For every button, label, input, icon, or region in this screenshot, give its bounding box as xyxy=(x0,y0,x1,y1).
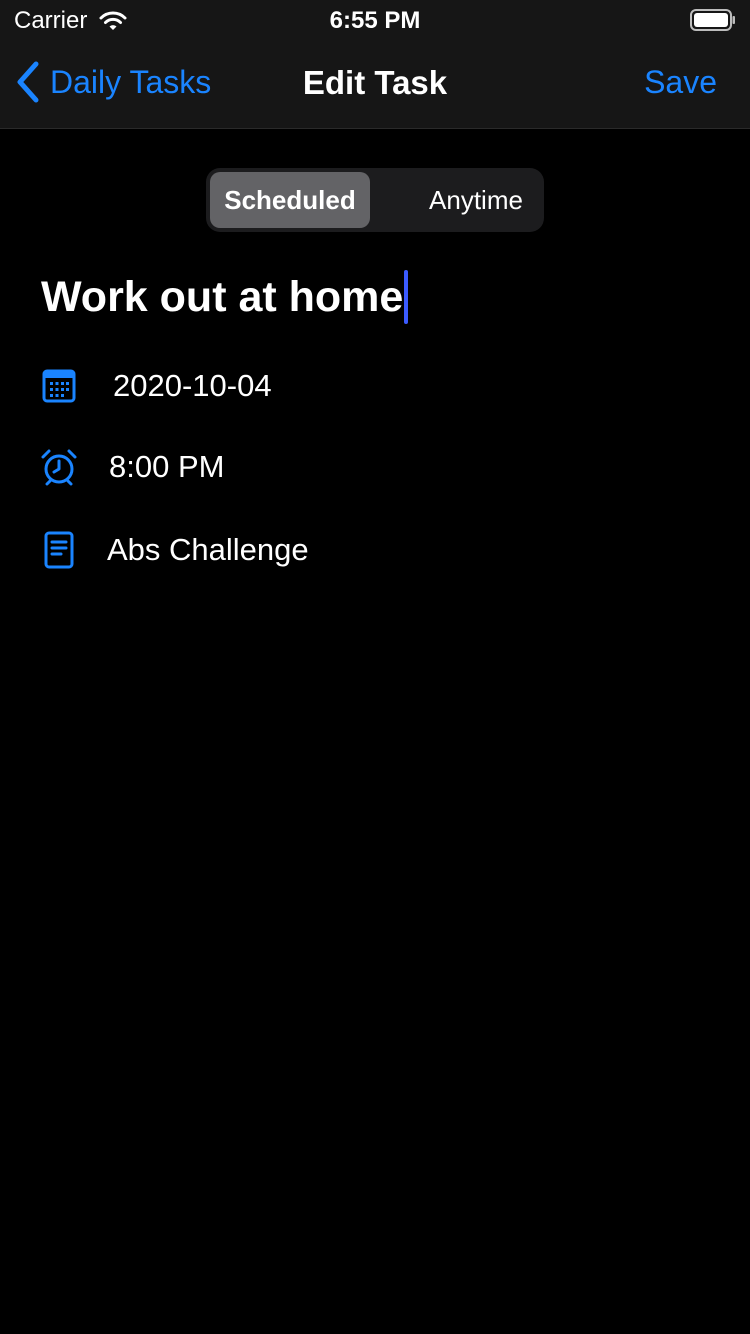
task-title-field[interactable]: Work out at home xyxy=(41,270,409,324)
time-value: 8:00 PM xyxy=(109,449,225,484)
alarm-clock-icon xyxy=(41,449,77,486)
save-button[interactable]: Save xyxy=(644,64,717,101)
calendar-icon xyxy=(42,369,76,403)
navigation-bar: Daily Tasks Edit Task Save xyxy=(0,40,750,129)
edit-task-screen: Carrier 6:55 PM Daily Tasks Edit Task Sa… xyxy=(0,0,750,1334)
battery-icon xyxy=(690,9,735,31)
time-row[interactable]: 8:00 PM xyxy=(40,447,224,487)
segment-scheduled[interactable]: Scheduled xyxy=(210,172,370,228)
note-value: Abs Challenge xyxy=(107,532,309,567)
chevron-left-icon xyxy=(17,61,39,103)
status-bar: Carrier 6:55 PM xyxy=(0,0,750,40)
back-button[interactable]: Daily Tasks xyxy=(14,60,211,104)
segment-anytime[interactable]: Anytime xyxy=(412,172,540,228)
text-cursor xyxy=(404,270,409,324)
back-button-label: Daily Tasks xyxy=(50,63,212,100)
schedule-type-segmented-control: Scheduled Anytime xyxy=(206,168,544,232)
note-row[interactable]: Abs Challenge xyxy=(40,530,309,570)
task-title-text: Work out at home xyxy=(41,272,404,321)
note-icon xyxy=(44,531,74,569)
status-time: 6:55 PM xyxy=(329,7,421,34)
date-row[interactable]: 2020-10-04 xyxy=(40,366,272,406)
date-value: 2020-10-04 xyxy=(113,368,272,403)
